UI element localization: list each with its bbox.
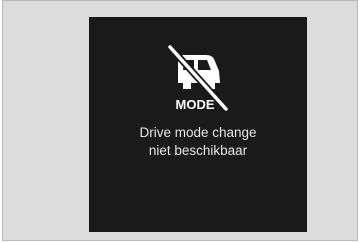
instrument-display: MODE Drive mode change niet beschikbaar xyxy=(89,17,307,232)
mode-label: MODE xyxy=(176,97,215,112)
mode-disabled-icon: MODE xyxy=(166,43,230,113)
status-message-line-2: niet beschikbaar xyxy=(148,143,248,158)
status-message: Drive mode change niet beschikbaar xyxy=(89,124,307,160)
status-message-line-1: Drive mode change xyxy=(139,125,257,140)
display-frame: MODE Drive mode change niet beschikbaar xyxy=(2,0,358,241)
